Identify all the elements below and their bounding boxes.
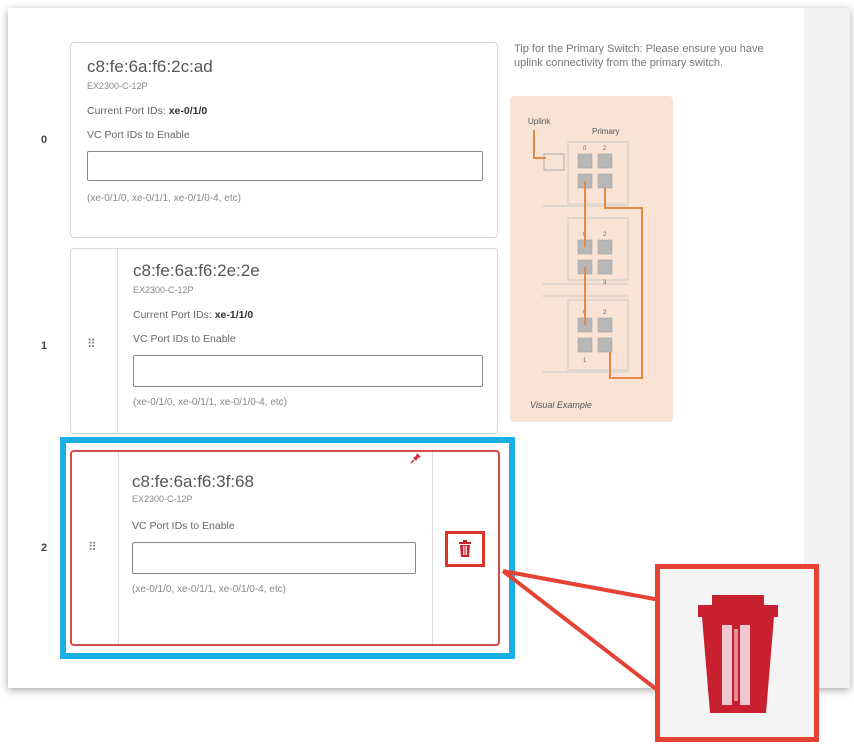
trash-icon [698,595,778,713]
trash-icon-zoom-callout [655,564,819,742]
